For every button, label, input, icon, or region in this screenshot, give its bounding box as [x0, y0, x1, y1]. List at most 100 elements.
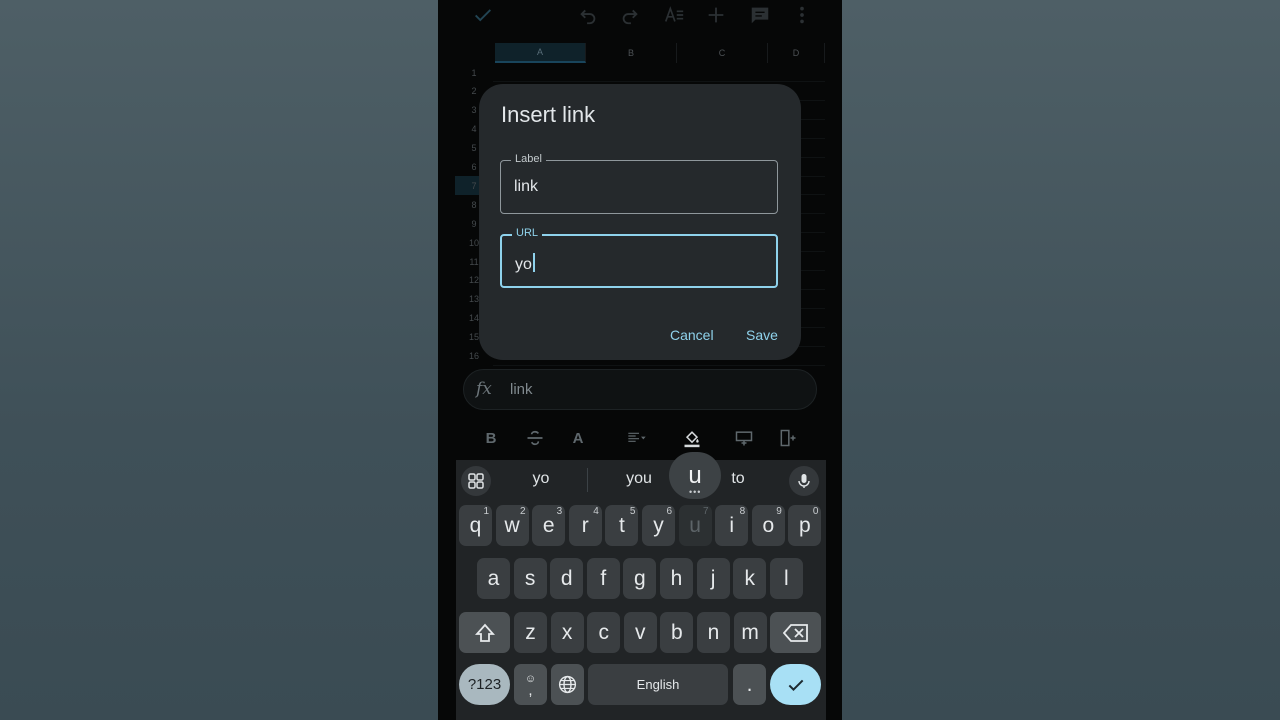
apps-grid-icon[interactable]: [461, 466, 491, 496]
suggestion-divider: [587, 468, 588, 492]
space-key[interactable]: English: [588, 664, 728, 705]
key-q-label: q: [469, 513, 482, 537]
suggestion-1[interactable]: yo: [516, 470, 566, 488]
emoji-comma-key[interactable]: ☺,: [514, 664, 547, 705]
key-b[interactable]: b: [660, 612, 694, 653]
key-s-label: s: [524, 566, 536, 590]
key-t[interactable]: t5: [605, 505, 639, 546]
key-d-label: d: [560, 566, 573, 590]
key-e[interactable]: e3: [532, 505, 566, 546]
key-p-label: p: [799, 513, 811, 537]
key-m-label: m: [741, 620, 759, 644]
fill-color-icon[interactable]: [679, 425, 705, 451]
backspace-key[interactable]: [770, 612, 821, 653]
key-h[interactable]: h: [660, 558, 693, 599]
text-color-icon[interactable]: A: [565, 425, 591, 451]
key-m[interactable]: m: [733, 612, 767, 653]
key-x[interactable]: x: [550, 612, 584, 653]
insert-row-icon[interactable]: [731, 425, 757, 451]
key-w[interactable]: w2: [495, 505, 529, 546]
key-hint: 0: [812, 506, 819, 517]
key-y[interactable]: y6: [642, 505, 675, 546]
text-caret: [532, 253, 535, 272]
key-c[interactable]: c: [587, 612, 621, 653]
key-y-label: y: [653, 513, 664, 537]
key-d[interactable]: d: [550, 558, 584, 599]
key-q[interactable]: q1: [459, 505, 492, 546]
url-field[interactable]: URL yo: [500, 227, 778, 288]
suggestion-2[interactable]: you: [614, 470, 664, 488]
key-hint: 6: [666, 506, 672, 517]
url-field-value: yo: [515, 253, 535, 274]
key-a[interactable]: a: [477, 558, 510, 599]
key-i-label: i: [729, 513, 735, 537]
align-icon[interactable]: [622, 425, 652, 451]
cancel-button[interactable]: Cancel: [670, 327, 714, 343]
key-hint: 7: [703, 506, 709, 517]
insert-link-dialog: Insert link Label link URL yo Cancel Sav…: [479, 84, 801, 360]
bold-icon[interactable]: B: [478, 425, 504, 451]
fx-icon: fx: [476, 379, 492, 399]
key-preview-dots: •••: [689, 487, 702, 497]
enter-key[interactable]: [770, 664, 821, 705]
key-b-label: b: [671, 620, 683, 644]
shift-key[interactable]: [459, 612, 510, 653]
key-z-label: z: [525, 620, 536, 644]
key-p[interactable]: p0: [788, 505, 822, 546]
key-hint: 3: [556, 506, 563, 517]
key-w-label: w: [504, 513, 520, 537]
key-o-label: o: [762, 513, 775, 537]
key-s[interactable]: s: [513, 558, 547, 599]
key-u-label: u: [689, 513, 701, 537]
key-f[interactable]: f: [586, 558, 620, 599]
key-k[interactable]: k: [733, 558, 767, 599]
dialog-title: Insert link: [501, 102, 596, 127]
period-key-label: .: [746, 672, 753, 696]
globe-icon: [558, 675, 577, 694]
key-g[interactable]: g: [623, 558, 657, 599]
suggestion-strip: yo you to: [456, 460, 826, 500]
label-field-value: link: [514, 178, 539, 195]
strikethrough-icon[interactable]: [522, 425, 548, 451]
key-t-label: t: [618, 513, 625, 537]
key-hint: 1: [483, 506, 489, 517]
key-n-label: n: [707, 620, 720, 644]
label-field-label: Label: [511, 153, 546, 165]
mic-icon[interactable]: [789, 466, 819, 496]
key-n[interactable]: n: [697, 612, 730, 653]
insert-column-icon[interactable]: [775, 425, 801, 451]
key-l[interactable]: l: [769, 558, 803, 599]
key-v[interactable]: v: [623, 612, 657, 653]
key-k-label: k: [744, 566, 755, 590]
key-f-label: f: [600, 566, 607, 590]
key-a-label: a: [487, 566, 500, 590]
key-hint: 9: [776, 506, 782, 517]
symbols-key[interactable]: ?123: [459, 664, 510, 705]
key-r[interactable]: r4: [568, 505, 602, 546]
key-hint: 8: [739, 506, 746, 517]
formula-bar-value: link: [510, 381, 533, 398]
language-key[interactable]: [551, 664, 584, 705]
shift-icon: [474, 623, 495, 642]
key-c-label: c: [598, 620, 609, 644]
save-button[interactable]: Save: [746, 327, 778, 343]
key-z[interactable]: z: [514, 612, 547, 653]
key-v-label: v: [635, 620, 646, 644]
key-o[interactable]: o9: [751, 505, 785, 546]
key-r-label: r: [581, 513, 589, 537]
key-hint: 5: [629, 506, 636, 517]
key-i[interactable]: i8: [715, 505, 749, 546]
key-h-label: h: [670, 566, 683, 590]
key-x-label: x: [561, 620, 573, 644]
formula-bar[interactable]: fx link: [463, 369, 817, 410]
key-j[interactable]: j: [696, 558, 730, 599]
symbols-key-label: ?123: [467, 676, 502, 693]
period-key[interactable]: .: [733, 664, 766, 705]
comma-label: ,: [528, 681, 533, 699]
key-u[interactable]: u7: [678, 505, 712, 546]
key-g-label: g: [634, 566, 646, 590]
key-l-label: l: [783, 566, 789, 590]
url-field-label: URL: [512, 227, 543, 239]
key-j-label: j: [710, 566, 716, 590]
label-field[interactable]: Label link: [500, 153, 778, 214]
